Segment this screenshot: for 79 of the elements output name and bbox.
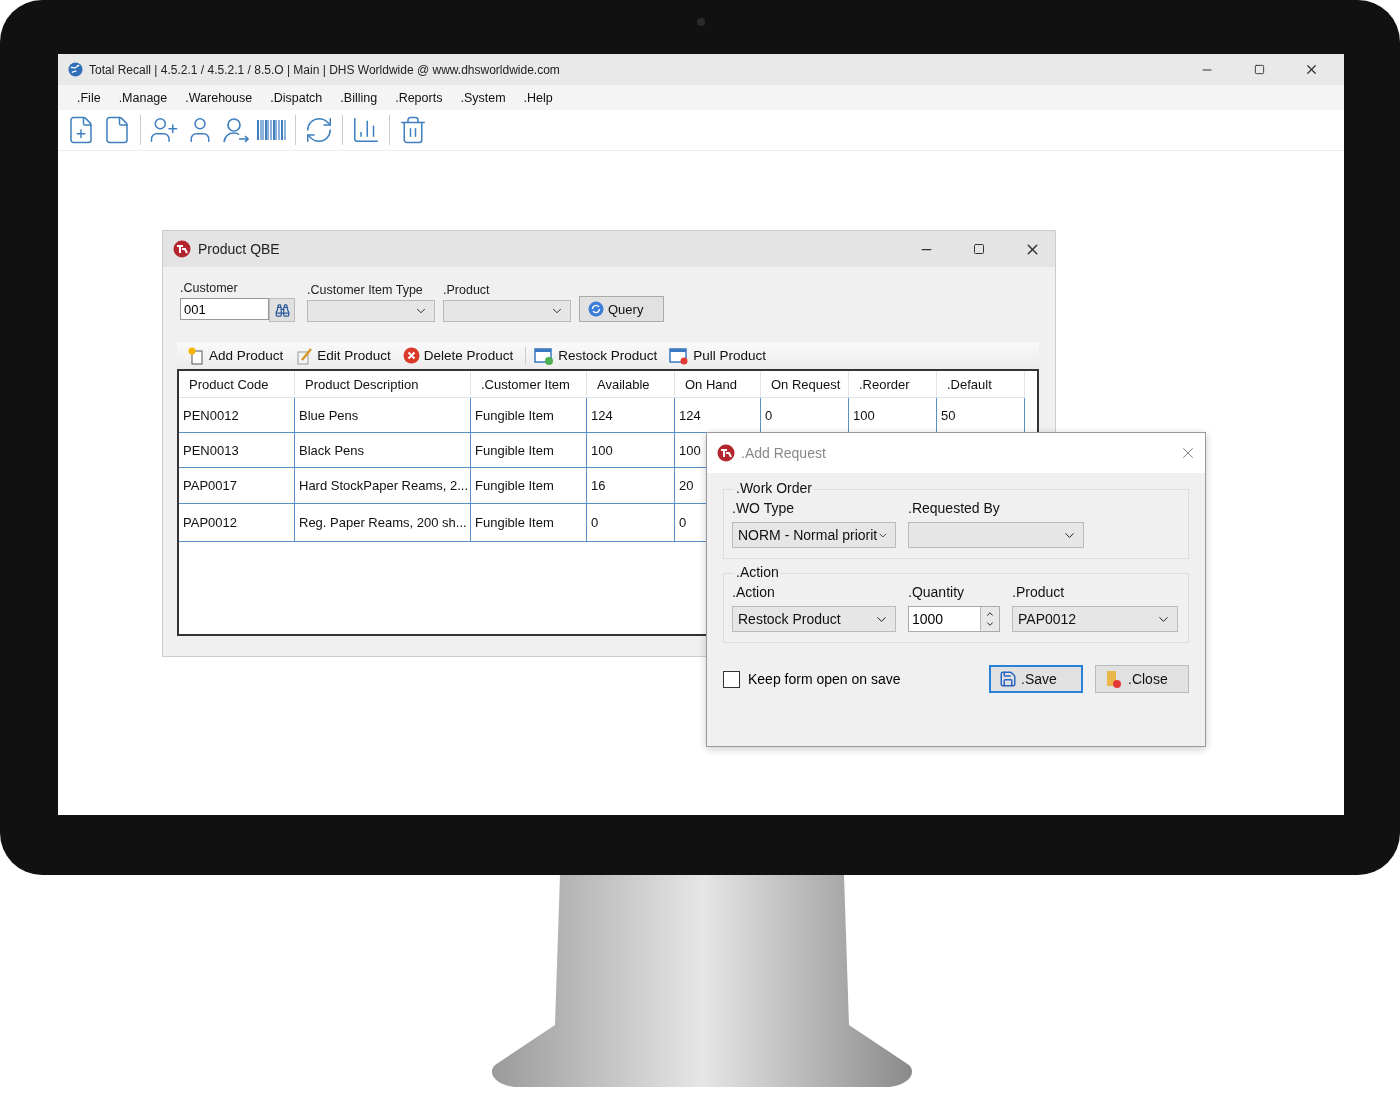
- logo-icon: [717, 444, 735, 462]
- menu-item[interactable]: .Manage: [109, 90, 177, 105]
- binoculars-icon: [274, 302, 290, 318]
- field-label: .Customer: [180, 281, 239, 295]
- camera-dot: [697, 18, 705, 26]
- close-button[interactable]: .Close: [1095, 665, 1189, 693]
- column-header[interactable]: On Request: [761, 371, 849, 398]
- menu-item[interactable]: .System: [451, 90, 515, 105]
- delete-icon: [402, 347, 420, 364]
- field-label: .Action: [732, 584, 776, 600]
- table-cell: Hard StockPaper Reams, 2...: [295, 468, 471, 504]
- column-header[interactable]: On Hand: [675, 371, 761, 398]
- edit-document-icon: [295, 346, 314, 365]
- customer-field[interactable]: 001: [180, 298, 269, 320]
- menu-item[interactable]: .Reports: [386, 90, 452, 105]
- barcode-icon[interactable]: [257, 118, 287, 142]
- toolbar-button[interactable]: Delete Product: [400, 347, 520, 364]
- checkbox[interactable]: [723, 670, 740, 688]
- group-title: .Work Order: [734, 480, 814, 496]
- table-cell: Fungible Item: [471, 468, 587, 504]
- table-cell: PEN0013: [179, 433, 295, 468]
- table-cell: 16: [587, 468, 675, 504]
- toolbar-button[interactable]: Edit Product: [293, 346, 397, 365]
- column-header[interactable]: .Default: [937, 371, 1025, 398]
- menu-item[interactable]: .Help: [514, 90, 562, 105]
- table-cell: Fungible Item: [471, 504, 587, 542]
- field-label: .Product: [443, 283, 491, 297]
- dropdown[interactable]: NORM - Normal priorit: [732, 522, 896, 548]
- menu-item[interactable]: .File: [68, 90, 110, 105]
- bar-chart-icon[interactable]: [351, 115, 381, 145]
- table-cell: Fungible Item: [471, 433, 587, 468]
- query-button[interactable]: Query: [579, 296, 664, 322]
- dropdown[interactable]: PAP0012: [1012, 606, 1178, 632]
- column-header[interactable]: Product Description: [295, 371, 471, 398]
- refresh-icon[interactable]: [304, 115, 334, 145]
- maximize-icon[interactable]: [973, 243, 985, 255]
- window-add-icon: [534, 346, 555, 365]
- menu-item[interactable]: .Warehouse: [176, 90, 262, 105]
- trash-icon[interactable]: [398, 115, 428, 145]
- menu-item[interactable]: .Billing: [331, 90, 387, 105]
- table-cell: 100: [587, 433, 675, 468]
- table-cell: PAP0012: [179, 504, 295, 542]
- window-title: Total Recall | 4.5.2.1 / 4.5.2.1 / 8.5.O | Main | DHS Worldwide @ www.dhsworldwide.com: [89, 62, 560, 77]
- table-cell: PAP0017: [179, 468, 295, 504]
- save-button[interactable]: .Save: [989, 665, 1083, 693]
- table-cell: Black Pens: [295, 433, 471, 468]
- door-exit-icon: [1104, 669, 1124, 689]
- table-cell: 124: [587, 398, 675, 433]
- table-cell: Fungible Item: [471, 398, 587, 433]
- window-remove-icon: [669, 346, 690, 365]
- table-cell: 0: [587, 504, 675, 542]
- menu-item[interactable]: .Dispatch: [261, 90, 332, 105]
- dropdown[interactable]: Restock Product: [732, 606, 896, 632]
- field-label: .Product: [1012, 584, 1066, 600]
- toolbar-button[interactable]: Pull Product: [667, 346, 772, 365]
- window-title: Product QBE: [198, 241, 280, 257]
- column-header[interactable]: Available: [587, 371, 675, 398]
- add-document-icon: [187, 346, 205, 365]
- add-user-icon[interactable]: [149, 115, 179, 145]
- refresh-icon: [588, 301, 604, 317]
- group-title: .Action: [734, 564, 781, 580]
- quantity-spinner[interactable]: 1000: [908, 606, 1000, 632]
- toolbar-button[interactable]: Restock Product: [532, 346, 664, 365]
- column-header[interactable]: .Customer Item: [471, 371, 587, 398]
- globe-icon: [68, 62, 83, 77]
- checkbox-label: Keep form open on save: [748, 671, 901, 687]
- table-cell: Blue Pens: [295, 398, 471, 433]
- field-label: .Quantity: [908, 584, 966, 600]
- logo-icon: [173, 240, 191, 258]
- table-cell: Reg. Paper Reams, 200 sh...: [295, 504, 471, 542]
- column-header[interactable]: Product Code: [179, 371, 295, 398]
- table-cell: PEN0012: [179, 398, 295, 433]
- maximize-icon[interactable]: [1253, 64, 1265, 75]
- toolbar-button[interactable]: Add Product: [185, 346, 290, 365]
- lookup-button[interactable]: [269, 298, 295, 322]
- column-header[interactable]: .Reorder: [849, 371, 937, 398]
- user-arrow-icon[interactable]: [221, 115, 251, 145]
- field-label: .Requested By: [908, 500, 1001, 516]
- field-label: .Customer Item Type: [307, 283, 424, 297]
